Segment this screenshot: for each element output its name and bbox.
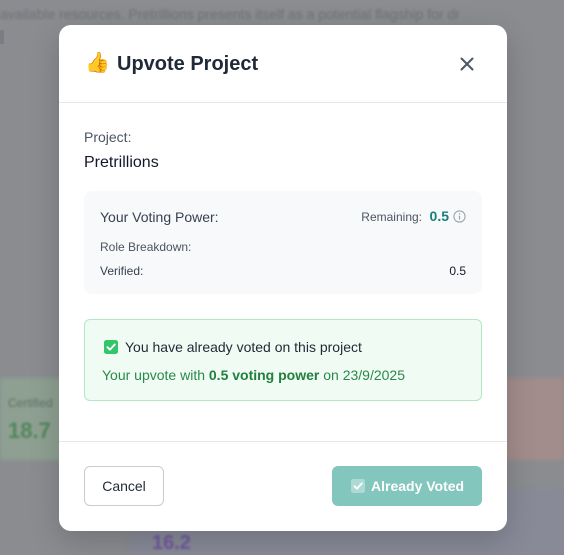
already-voted-button[interactable]: Already Voted — [332, 466, 482, 506]
background-stat-card-red — [505, 378, 564, 460]
already-voted-label: Already Voted — [371, 478, 465, 494]
already-voted-notice: You have already voted on this project Y… — [84, 319, 482, 401]
checkbox-checked-icon — [351, 479, 365, 493]
background-stat-value-purple: 16.2 — [152, 532, 191, 554]
project-name: Pretrillions — [84, 154, 159, 171]
cancel-button[interactable]: Cancel — [84, 466, 164, 506]
voted-notice-title: You have already voted on this project — [125, 339, 362, 355]
project-label: Project: — [84, 129, 132, 145]
verified-label: Verified: — [100, 264, 144, 278]
background-text: available resources. Pretrillions presen… — [0, 6, 460, 22]
thumbs-up-icon: 👍 — [85, 52, 110, 74]
voting-power-label: Your Voting Power: — [100, 209, 219, 225]
close-icon — [460, 57, 474, 71]
upvote-modal: 👍 Upvote Project Project: Pretrillions Y… — [59, 25, 507, 531]
remaining-value: 0.5 — [429, 208, 449, 224]
verified-value: 0.5 — [449, 264, 466, 278]
remaining-label: Remaining: — [361, 210, 422, 224]
voted-notice-detail: Your upvote with 0.5 voting power on 23/… — [102, 367, 405, 383]
voting-power-panel: Your Voting Power: Remaining: 0.5 Role B… — [84, 191, 482, 294]
info-icon[interactable] — [453, 210, 466, 223]
modal-header: 👍 Upvote Project — [59, 25, 507, 103]
background-glyph — [0, 30, 4, 44]
background-stat-value-green: 18.7 — [8, 418, 51, 443]
background-stat-label: Certified — [8, 396, 53, 410]
voted-power-text: 0.5 voting power — [208, 367, 320, 383]
modal-title: Upvote Project — [117, 53, 259, 75]
voted-detail-date: on 23/9/2025 — [319, 367, 405, 383]
close-button[interactable] — [455, 52, 479, 76]
modal-footer: Cancel Already Voted — [59, 441, 507, 531]
voted-detail-prefix: Your upvote with — [102, 367, 209, 383]
checkbox-checked-icon — [104, 340, 118, 354]
role-breakdown-label: Role Breakdown: — [100, 240, 192, 254]
